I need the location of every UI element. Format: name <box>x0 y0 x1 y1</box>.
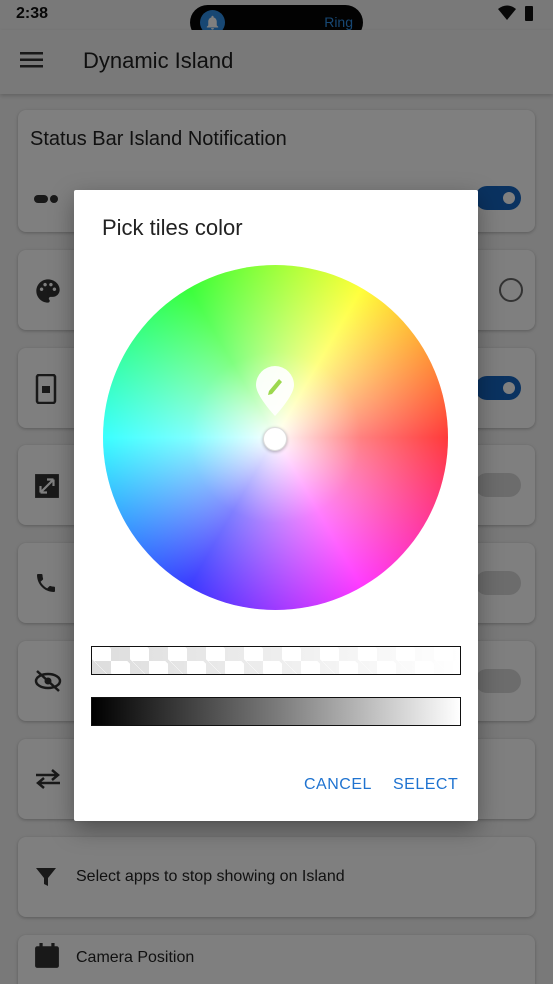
color-picker-dialog: Pick tiles color CANCEL SELECT <box>74 190 478 821</box>
cancel-button[interactable]: CANCEL <box>304 776 372 794</box>
alpha-slider[interactable] <box>91 646 461 675</box>
color-selector-handle[interactable] <box>263 427 287 451</box>
color-pin-icon <box>256 366 294 416</box>
dialog-title: Pick tiles color <box>102 215 243 240</box>
lightness-slider[interactable] <box>91 697 461 726</box>
color-wheel[interactable] <box>103 265 448 610</box>
select-button[interactable]: SELECT <box>393 776 458 794</box>
